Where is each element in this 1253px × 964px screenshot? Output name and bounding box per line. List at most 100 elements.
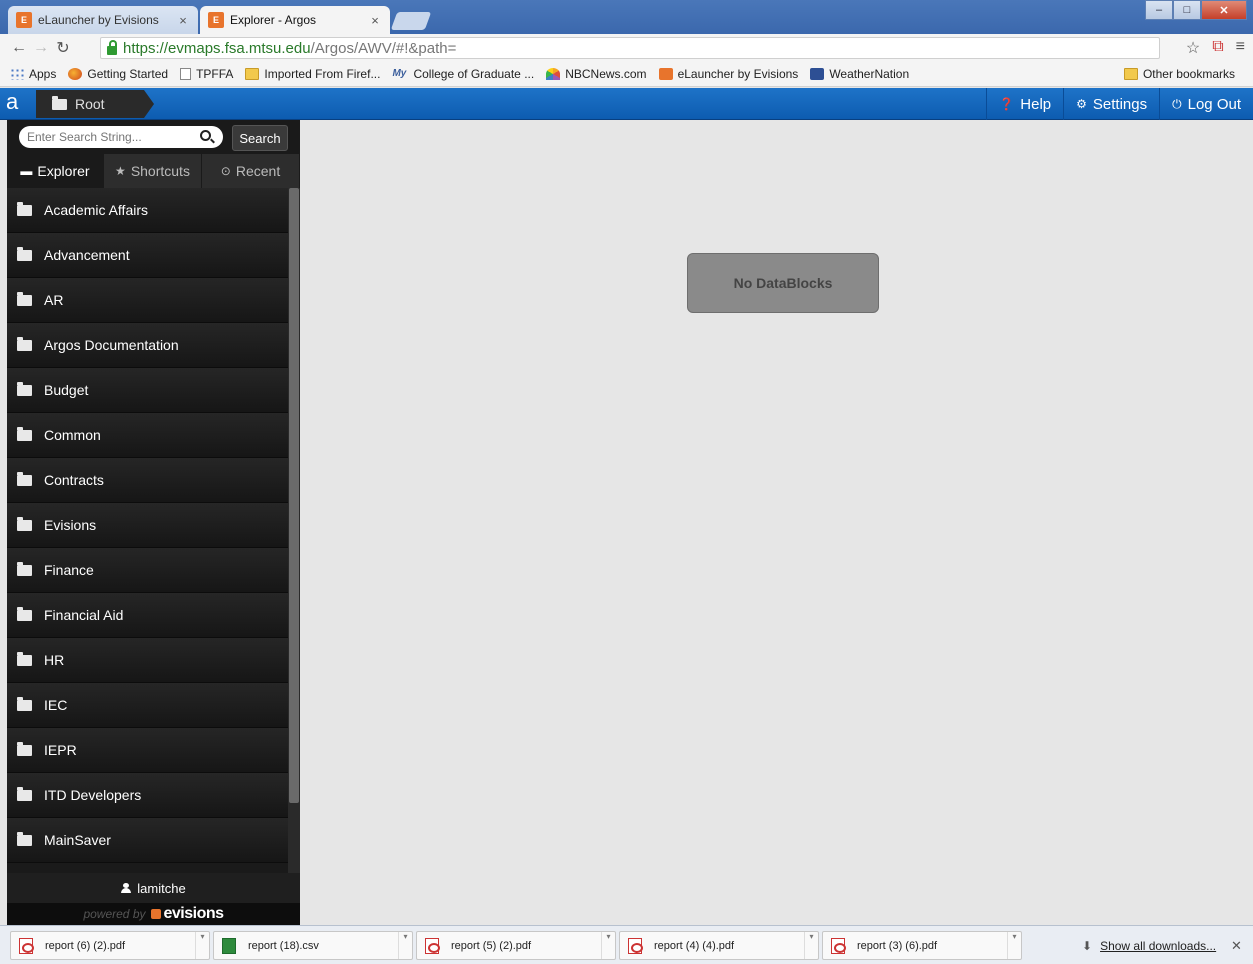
folder-open-icon: [17, 381, 32, 396]
chevron-down-icon[interactable]: ▾: [601, 932, 615, 959]
folder-open-icon: [17, 291, 32, 306]
folder-item[interactable]: AR: [7, 278, 288, 323]
toolbar-right-icons: ☆ ⧉ ≡: [1186, 38, 1245, 58]
download-item[interactable]: report (4) (4).pdf ▾: [619, 931, 819, 960]
current-user[interactable]: lamitche: [7, 873, 300, 903]
folder-item[interactable]: HR: [7, 638, 288, 683]
folder-item[interactable]: Budget: [7, 368, 288, 413]
argos-logo[interactable]: a: [6, 91, 32, 116]
tab-close-icon[interactable]: ×: [368, 13, 382, 28]
logout-button[interactable]: ⏻ Log Out: [1159, 88, 1253, 120]
search-input[interactable]: [19, 126, 223, 148]
folder-item[interactable]: Common: [7, 413, 288, 458]
folder-item[interactable]: Finance: [7, 548, 288, 593]
tab-recent[interactable]: ⊙ Recent: [202, 154, 300, 188]
folder-item[interactable]: Academic Affairs: [7, 188, 288, 233]
folder-open-icon: [17, 201, 32, 216]
folder-item[interactable]: IEC: [7, 683, 288, 728]
address-bar[interactable]: https://evmaps.fsa.mtsu.edu/Argos/AWV/#!…: [100, 37, 1160, 59]
bookmark-label: Imported From Firef...: [264, 67, 381, 81]
download-item[interactable]: report (6) (2).pdf ▾: [10, 931, 210, 960]
close-icon[interactable]: ✕: [1231, 938, 1242, 954]
no-datablocks-message: No DataBlocks: [687, 253, 879, 313]
bookmark-tpffa[interactable]: TPFFA: [180, 67, 233, 81]
folder-label: IEC: [44, 697, 68, 713]
folder-label: HR: [44, 652, 65, 668]
logout-label: Log Out: [1187, 95, 1241, 113]
folder-item[interactable]: IEPR: [7, 728, 288, 773]
download-item[interactable]: report (3) (6).pdf ▾: [822, 931, 1022, 960]
url-path: /Argos/AWV/#!&path=: [310, 39, 457, 57]
folder-item[interactable]: Contracts: [7, 458, 288, 503]
bookmark-college-graduate[interactable]: My College of Graduate ...: [392, 67, 534, 81]
chevron-down-icon[interactable]: ▾: [804, 932, 818, 959]
tab-explorer[interactable]: ▬ Explorer: [7, 154, 104, 188]
show-all-downloads-link[interactable]: Show all downloads...: [1100, 939, 1216, 953]
folder-item[interactable]: Advancement: [7, 233, 288, 278]
bookmark-label: TPFFA: [196, 67, 234, 81]
tab-label: Recent: [235, 163, 281, 179]
back-arrow-icon[interactable]: ←: [8, 39, 30, 57]
other-bookmarks[interactable]: Other bookmarks: [1123, 67, 1235, 81]
bookmark-label: WeatherNation: [829, 67, 910, 81]
chrome-menu-icon[interactable]: ≡: [1236, 38, 1245, 58]
search-icon[interactable]: [200, 130, 211, 141]
forward-arrow-icon[interactable]: →: [30, 39, 52, 57]
window-close-button[interactable]: ✕: [1201, 0, 1247, 20]
chevron-down-icon[interactable]: ▾: [398, 932, 412, 959]
minimize-button[interactable]: –: [1145, 0, 1173, 20]
url-host: https://evmaps.fsa.mtsu.edu: [123, 39, 311, 57]
browser-tab-elauncher[interactable]: E eLauncher by Evisions ×: [8, 6, 198, 34]
reload-icon[interactable]: ↻: [52, 38, 74, 58]
folder-label: Argos Documentation: [44, 337, 179, 353]
user-icon: [121, 883, 132, 893]
download-shelf: report (6) (2).pdf ▾ report (18).csv ▾ rep…: [0, 925, 1253, 964]
folder-open-icon: [17, 741, 32, 756]
firefox-icon: [68, 68, 83, 80]
bookmark-getting-started[interactable]: Getting Started: [68, 67, 168, 81]
app-nav: ❓ Help ⚙ Settings ⏻ Log Out: [986, 88, 1253, 120]
folder-open-icon: [17, 246, 32, 261]
bookmark-star-icon[interactable]: ☆: [1186, 38, 1200, 58]
bookmark-label: eLauncher by Evisions: [677, 67, 799, 81]
chevron-down-icon[interactable]: ▾: [1007, 932, 1021, 959]
folder-item[interactable]: ITD Developers: [7, 773, 288, 818]
bookmark-apps[interactable]: Apps: [10, 67, 56, 81]
bookmark-weathernation[interactable]: WeatherNation: [810, 67, 909, 81]
download-item[interactable]: report (5) (2).pdf ▾: [416, 931, 616, 960]
scrollbar-thumb[interactable]: [289, 188, 299, 803]
browser-tab-strip: E eLauncher by Evisions × E Explorer - A…: [0, 0, 1253, 34]
tab-close-icon[interactable]: ×: [176, 13, 190, 28]
tab-shortcuts[interactable]: ★ Shortcuts: [104, 154, 202, 188]
evisions-favicon-icon: E: [16, 12, 32, 28]
show-all-downloads[interactable]: ⬇ Show all downloads...: [1082, 939, 1216, 953]
question-circle-icon: ❓: [999, 97, 1015, 111]
folder-icon: [245, 68, 260, 80]
bookmark-nbcnews[interactable]: NBCNews.com: [546, 67, 647, 81]
browser-tab-explorer[interactable]: E Explorer - Argos ×: [200, 6, 390, 34]
new-tab-button[interactable]: [390, 12, 432, 30]
tab-title: eLauncher by Evisions: [38, 13, 159, 27]
lock-icon: [107, 39, 117, 55]
folder-item[interactable]: Financial Aid: [7, 593, 288, 638]
search-button[interactable]: Search: [232, 125, 288, 151]
download-filename: report (4) (4).pdf: [654, 939, 735, 952]
chevron-down-icon[interactable]: ▾: [195, 932, 209, 959]
download-filename: report (5) (2).pdf: [451, 939, 532, 952]
maximize-button[interactable]: □: [1173, 0, 1201, 20]
download-filename: report (18).csv: [248, 939, 319, 952]
bookmark-elauncher[interactable]: eLauncher by Evisions: [658, 67, 799, 81]
sidebar-tabs: ▬ Explorer ★ Shortcuts ⊙ Recent: [7, 154, 300, 188]
settings-button[interactable]: ⚙ Settings: [1063, 88, 1159, 120]
bookmark-label: College of Graduate ...: [413, 67, 535, 81]
download-item[interactable]: report (18).csv ▾: [213, 931, 413, 960]
breadcrumb-root[interactable]: Root: [36, 90, 154, 118]
main-content: No DataBlocks: [300, 120, 1253, 925]
pdf-extension-icon[interactable]: ⧉: [1212, 38, 1223, 58]
help-button[interactable]: ❓ Help: [986, 88, 1063, 120]
folder-tree-scrollbar[interactable]: [288, 188, 300, 873]
folder-item[interactable]: Argos Documentation: [7, 323, 288, 368]
folder-item[interactable]: Evisions: [7, 503, 288, 548]
folder-item[interactable]: MainSaver: [7, 818, 288, 863]
bookmark-imported[interactable]: Imported From Firef...: [245, 67, 380, 81]
